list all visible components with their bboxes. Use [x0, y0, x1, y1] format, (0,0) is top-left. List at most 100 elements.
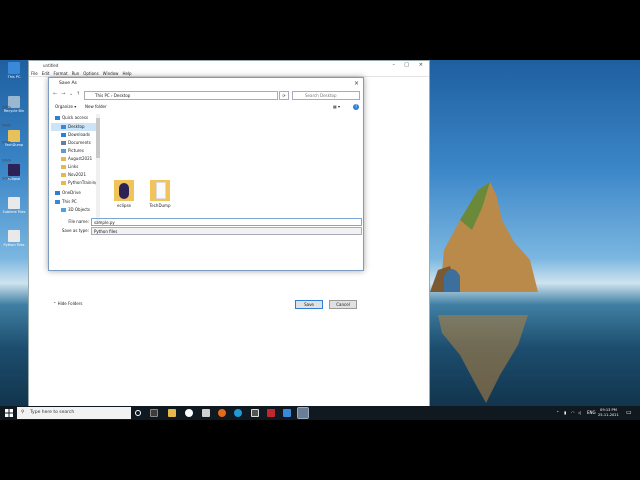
- folder-icon: [61, 157, 66, 161]
- shell-prompt: >>>: [2, 176, 12, 182]
- search-icon: ⚲: [21, 410, 25, 415]
- python-idle-active-icon[interactable]: [297, 407, 309, 419]
- up-arrow-icon[interactable]: ↑: [76, 91, 80, 97]
- breadcrumb-desktop[interactable]: Desktop: [114, 93, 131, 98]
- menu-edit[interactable]: Edit: [42, 70, 50, 76]
- nav-item-label: Downloads: [68, 132, 90, 137]
- hide-folders-toggle[interactable]: ⌃ Hide Folders: [53, 301, 82, 306]
- nav-item-desktop[interactable]: Desktop: [51, 123, 96, 131]
- pictures-icon: [61, 149, 66, 153]
- desktop-icon: [61, 125, 66, 129]
- taskbar-search-input[interactable]: ⚲ Type here to search: [17, 407, 131, 419]
- nav-item-this-pc[interactable]: This PC: [51, 198, 96, 206]
- nav-item-label: This PC: [62, 199, 77, 204]
- folder-icon: [61, 181, 66, 185]
- maximize-icon[interactable]: □: [404, 61, 409, 70]
- menu-file[interactable]: File: [31, 70, 38, 76]
- close-icon[interactable]: ×: [419, 61, 423, 70]
- chevron-up-icon[interactable]: ⌃: [556, 410, 559, 415]
- pc-icon: [55, 200, 60, 204]
- nav-item-pictures[interactable]: Pictures: [51, 147, 96, 155]
- nav-item-label: Documents: [68, 140, 91, 145]
- minimize-icon[interactable]: –: [393, 61, 396, 70]
- nav-item-3d-objects[interactable]: 3D Objects: [51, 206, 96, 214]
- nav-scroll-thumb[interactable]: [96, 118, 100, 158]
- desktop-icon-this-pc[interactable]: This PC: [2, 62, 26, 79]
- menu-help[interactable]: Help: [122, 70, 131, 76]
- save-type-row: Save as type: Python files: [49, 227, 365, 236]
- nav-scrollbar[interactable]: [96, 114, 100, 222]
- back-arrow-icon[interactable]: ←: [53, 91, 57, 97]
- nav-item-label: Quick access: [62, 115, 89, 120]
- view-options-icon[interactable]: ▦ ▾: [333, 102, 340, 112]
- file-explorer-icon[interactable]: [168, 409, 176, 417]
- file-name-field[interactable]: sample.py: [91, 218, 362, 226]
- folder-icon: [61, 173, 66, 177]
- volume-icon[interactable]: ◁: [578, 410, 581, 415]
- file-name-row: File name: sample.py: [49, 218, 365, 227]
- task-view-window-icon[interactable]: [150, 409, 158, 417]
- menu-window[interactable]: Window: [103, 70, 119, 76]
- nav-item-links[interactable]: Links: [51, 163, 96, 171]
- address-bar[interactable]: This PC › Desktop: [84, 91, 278, 100]
- close-icon[interactable]: ×: [354, 78, 359, 89]
- nav-item-august2021[interactable]: August2021: [51, 155, 96, 163]
- help-icon[interactable]: ?: [353, 104, 359, 110]
- organize-button[interactable]: Organize ▾: [55, 102, 76, 112]
- star-icon: [55, 116, 60, 120]
- save-button[interactable]: Save: [295, 300, 323, 309]
- desktop-icon-python-files[interactable]: Python Files: [2, 230, 26, 247]
- desktop-screen: This PC Recycle Bin TechDump eclipse Sub…: [0, 60, 640, 420]
- file-icon: [8, 197, 20, 209]
- file-label: eclipse: [117, 203, 131, 208]
- file-label: TechDump: [149, 203, 171, 208]
- menu-run[interactable]: Run: [72, 70, 80, 76]
- edge-icon[interactable]: [234, 409, 242, 417]
- file-item-techdump[interactable]: TechDump: [145, 177, 175, 208]
- desktop-icon-sublime-files[interactable]: Sublime Files: [2, 197, 26, 214]
- nav-item-pythontraining[interactable]: PythonTraining: [51, 179, 98, 187]
- app-icon[interactable]: [251, 409, 259, 417]
- nav-item-quick-access[interactable]: Quick access: [51, 114, 96, 122]
- clock-date: 25-11-2021: [598, 413, 619, 417]
- pc-icon: [8, 62, 20, 74]
- search-input[interactable]: Search Desktop: [292, 91, 360, 100]
- editor-title-bar: untitled – □ ×: [29, 61, 429, 70]
- taskbar: ⚲ Type here to search ⌃ ▮ ◠ ◁ ENG 09:13 …: [0, 406, 640, 420]
- firefox-icon[interactable]: [218, 409, 226, 417]
- forward-arrow-icon[interactable]: →: [61, 91, 65, 97]
- network-icon[interactable]: ◠: [571, 410, 575, 415]
- nav-item-downloads[interactable]: Downloads: [51, 131, 96, 139]
- cube-icon: [61, 208, 66, 212]
- menu-format[interactable]: Format: [53, 70, 67, 76]
- nav-item-label: Nov2021: [68, 172, 86, 177]
- python-idle-icon[interactable]: [283, 409, 291, 417]
- battery-icon[interactable]: ▮: [564, 410, 566, 415]
- menu-options[interactable]: Options: [83, 70, 98, 76]
- save-type-select[interactable]: Python files: [91, 227, 362, 235]
- nav-item-documents[interactable]: Documents: [51, 139, 96, 147]
- cancel-button[interactable]: Cancel: [329, 300, 357, 309]
- language-indicator[interactable]: ENG: [587, 410, 596, 415]
- windows-start-icon[interactable]: [5, 409, 13, 417]
- nav-item-nov2021[interactable]: Nov2021: [51, 171, 96, 179]
- app-icon[interactable]: [267, 409, 275, 417]
- nav-item-label: PythonTraining: [68, 180, 98, 185]
- taskbar-clock[interactable]: 09:13 PM 25-11-2021: [598, 408, 619, 418]
- file-name-label: File name:: [68, 219, 89, 224]
- chrome-icon[interactable]: [185, 409, 193, 417]
- folder-icon: [61, 165, 66, 169]
- chevron-down-icon[interactable]: ⌄: [69, 91, 73, 97]
- task-view-icon[interactable]: [135, 410, 141, 416]
- nav-item-label: Pictures: [68, 148, 84, 153]
- new-folder-button[interactable]: New folder: [85, 102, 107, 112]
- hide-folders-label: Hide Folders: [57, 301, 83, 306]
- notifications-icon[interactable]: ▭: [626, 409, 632, 416]
- file-item-eclipse[interactable]: eclipse: [109, 177, 139, 208]
- nav-item-onedrive[interactable]: OneDrive: [51, 189, 96, 197]
- breadcrumb-this-pc[interactable]: This PC: [95, 93, 110, 98]
- shell-prompt: >>>: [2, 105, 12, 111]
- nav-item-label: August2021: [68, 156, 93, 161]
- refresh-icon[interactable]: ⟳: [279, 91, 289, 100]
- calculator-icon[interactable]: [202, 409, 210, 417]
